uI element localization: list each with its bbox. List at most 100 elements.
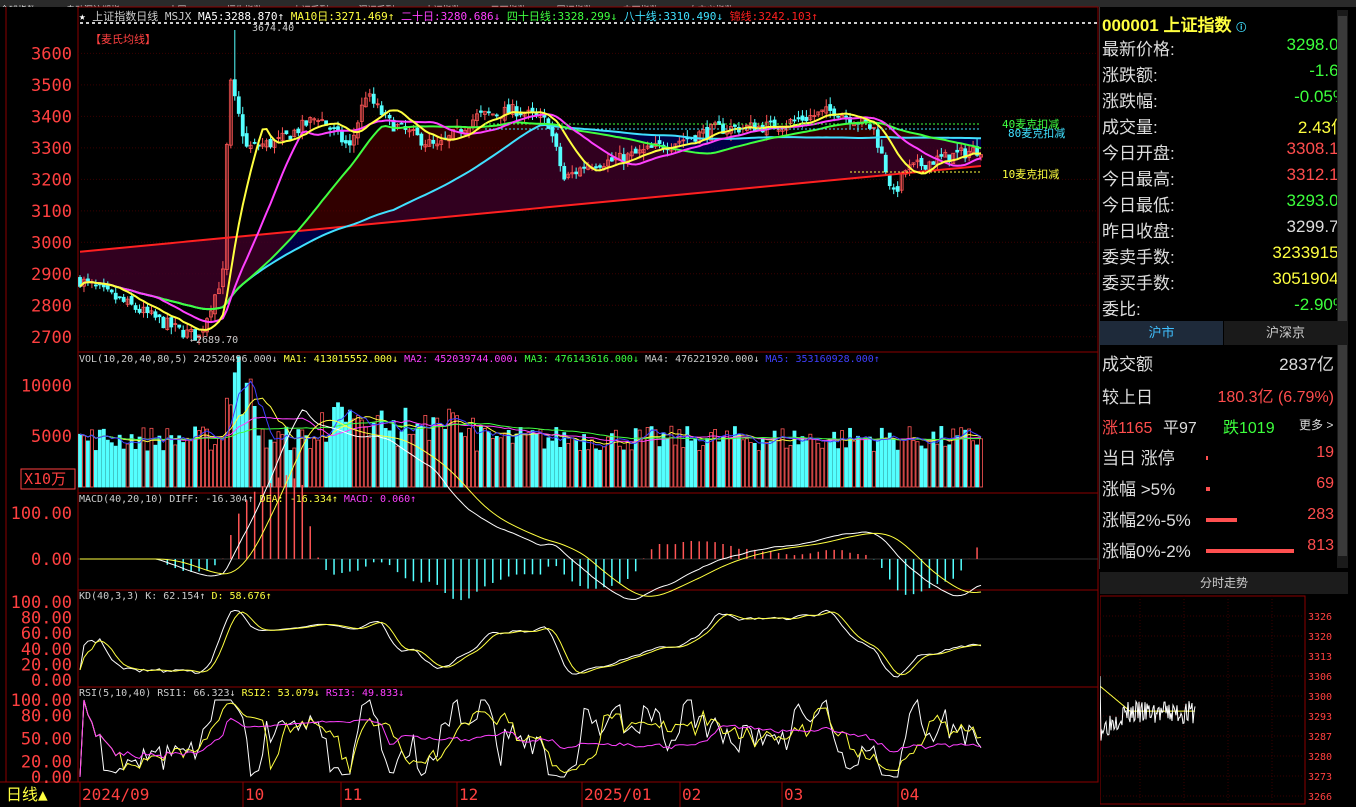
candle-body <box>486 111 491 114</box>
header-dots <box>572 22 575 24</box>
quote-row: 今日开盘: 3308.15 <box>1102 139 1348 165</box>
header-dots <box>1028 22 1031 24</box>
header-dots <box>212 22 215 24</box>
price-tick: 2900 <box>31 265 72 285</box>
intraday-chart[interactable]: 3326 3320 3313 3306 3300 3293 3287 3280 3273 3266 <box>1100 594 1348 807</box>
header-dots <box>488 22 491 24</box>
info-icon: ⓘ <box>1236 23 1247 34</box>
vol-bar <box>613 429 618 488</box>
header-dots <box>320 22 323 24</box>
header-dots <box>902 22 905 24</box>
candle-body <box>609 157 614 162</box>
candle-body <box>399 122 404 125</box>
more-link[interactable]: 更多 > <box>1299 416 1333 433</box>
vol-bar <box>657 446 662 488</box>
vol-bar <box>871 450 876 488</box>
candle-body <box>240 114 245 137</box>
kd-d <box>79 611 982 676</box>
header-dots <box>632 22 635 24</box>
price-tick: 3400 <box>31 107 72 127</box>
candle-body <box>804 116 809 122</box>
candle-body <box>153 311 158 318</box>
vol-bar <box>625 441 630 488</box>
quote-row: 成交量: 2.43亿 <box>1102 113 1348 139</box>
quote-label: 今日最高: <box>1102 170 1175 189</box>
rsi1 <box>79 698 982 778</box>
header-dots <box>794 22 797 24</box>
quote-row: 今日最低: 3293.06 <box>1102 191 1348 217</box>
vol-bar <box>629 449 634 488</box>
candle-body <box>328 127 332 130</box>
vol-bar <box>101 428 106 488</box>
quote-row: 涨跌幅: -0.05% <box>1102 87 1348 113</box>
kline-chart[interactable]: 3600 3500 3400 3300 3200 3100 3000 2900 2800 2700… <box>0 0 1100 807</box>
header-dots <box>164 22 167 24</box>
header-dots <box>854 22 857 24</box>
vol-bar <box>943 445 948 488</box>
vol-bar <box>97 429 102 488</box>
vol-bar <box>693 438 698 488</box>
header-dots <box>716 22 719 24</box>
header-dots <box>242 22 245 24</box>
vol-bar <box>494 435 499 488</box>
rsi-tick: 80.00 <box>21 706 72 726</box>
x-label: 03 <box>784 785 803 804</box>
scrollbar[interactable] <box>1337 10 1348 568</box>
header-dots <box>530 22 533 24</box>
vol-bar <box>264 447 269 488</box>
header-dots <box>848 22 851 24</box>
candle-body <box>137 308 142 313</box>
header-dots <box>146 22 149 24</box>
header-dots <box>932 22 935 24</box>
candle-body <box>923 164 928 170</box>
candle-body <box>582 166 587 169</box>
vol-bar <box>157 435 162 488</box>
vol-bar <box>459 432 463 488</box>
kd-tick: 0.00 <box>31 671 72 691</box>
vol-bar <box>697 450 702 488</box>
mini-tick: 3326 <box>1308 612 1332 623</box>
vol-bar <box>193 426 198 488</box>
vol-bar <box>558 447 563 488</box>
vol-bar <box>185 437 190 488</box>
stat-bar <box>1206 549 1294 553</box>
tab-sz[interactable]: 沪深京 <box>1224 321 1347 345</box>
vol-bar <box>93 450 98 488</box>
period-button[interactable]: 日线▲ <box>6 785 48 804</box>
intraday-title[interactable]: 分时走势 <box>1100 572 1348 594</box>
header-dots <box>920 22 923 24</box>
header-dots <box>710 22 713 24</box>
candle-body <box>733 124 737 127</box>
price-tick: 2800 <box>31 296 72 316</box>
vol-bar <box>78 433 82 488</box>
vol-bar <box>550 440 555 488</box>
header-dots <box>812 22 815 24</box>
header-dots <box>440 22 443 24</box>
header-dots <box>398 22 401 24</box>
vol-tick: 5000 <box>31 427 72 447</box>
tab-sh[interactable]: 沪市 <box>1100 321 1223 345</box>
header-dots <box>1022 22 1025 24</box>
vol-bar <box>935 443 940 488</box>
vol-bar <box>824 440 829 488</box>
vol-bar <box>796 444 801 488</box>
vol-bar <box>308 448 313 488</box>
header-dots <box>254 22 257 24</box>
header-dots <box>266 22 269 24</box>
vol-bar <box>915 441 920 488</box>
vol-bar <box>883 439 888 488</box>
vol-bar <box>828 438 833 488</box>
mini-tick: 3320 <box>1308 632 1332 643</box>
vol-bar <box>82 435 86 488</box>
vol-bar <box>649 426 654 488</box>
candle-body <box>348 140 352 146</box>
vol-bar <box>534 433 539 488</box>
ma-fill-red <box>80 122 982 310</box>
header-dots <box>536 22 539 24</box>
header-dots <box>248 22 251 24</box>
quote-row: 委卖手数: 32339152 <box>1102 243 1348 269</box>
candle-body <box>891 187 896 190</box>
x-label: 10 <box>245 785 264 804</box>
vol-bar <box>383 428 388 488</box>
header-dots <box>188 22 191 24</box>
